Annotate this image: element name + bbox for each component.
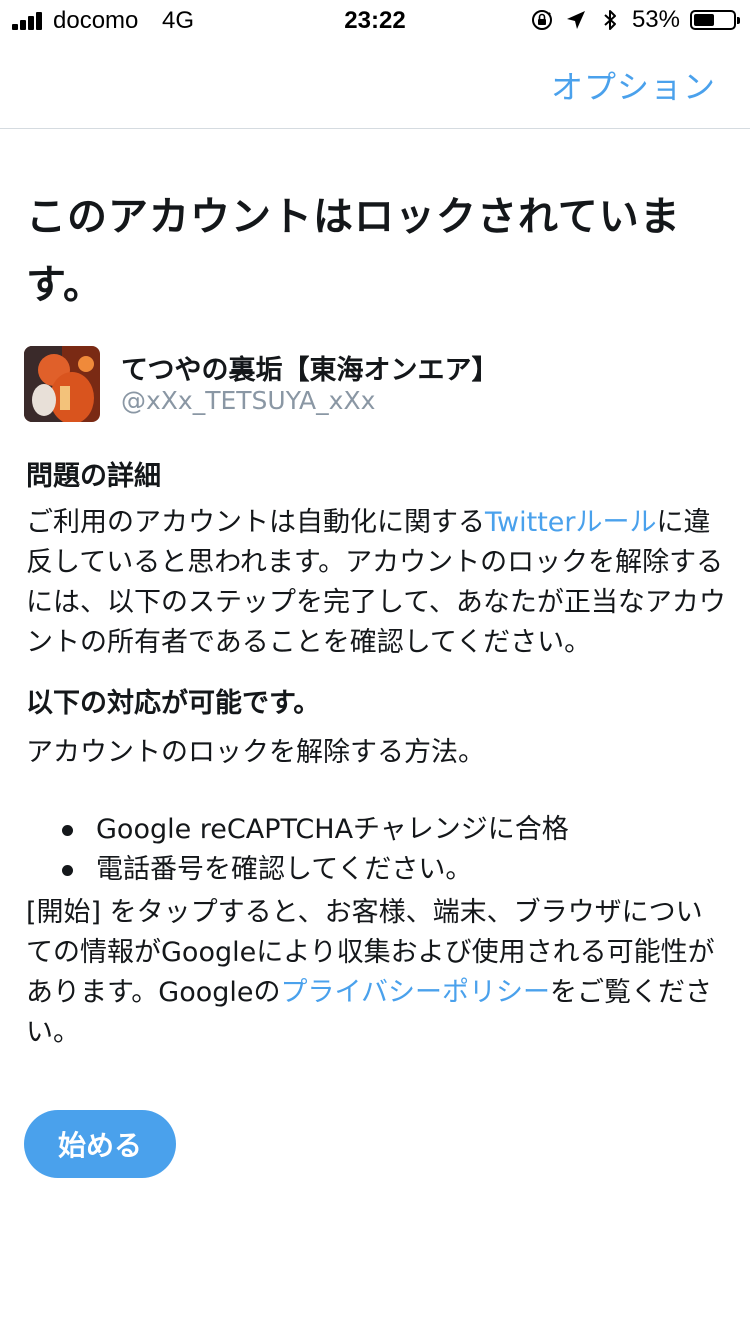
status-indicators: 53% (530, 6, 740, 34)
account-display-name: てつやの裏垢【東海オンエア】 (121, 355, 499, 386)
location-arrow-icon (566, 11, 585, 29)
account-handle: @xXx_TETSUYA_xXx (121, 386, 376, 415)
actions-intro: アカウントのロックを解除する方法。 (26, 737, 485, 768)
battery-icon (690, 10, 740, 30)
details-text: ご利用のアカウントは自動化に関するTwitterルールに違反していると思われます… (26, 503, 726, 663)
details-heading: 問題の詳細 (26, 461, 161, 492)
status-bar: docomo 4G 23:22 53% (0, 0, 750, 40)
avatar (24, 346, 100, 422)
orientation-lock-icon (531, 10, 552, 30)
list-item: Google reCAPTCHAチャレンジに合格 (62, 810, 569, 850)
details-text-part: ご利用のアカウントは自動化に関する (26, 507, 485, 538)
options-button[interactable]: オプション (551, 62, 716, 108)
list-item: 電話番号を確認してください。 (62, 850, 569, 890)
battery-percent: 53% (631, 6, 680, 33)
account-card: てつやの裏垢【東海オンエア】 @xXx_TETSUYA_xXx (24, 346, 724, 422)
page-title: このアカウントはロックされています。 (26, 194, 681, 308)
battery-level-fill (694, 14, 714, 26)
unlock-options-list: Google reCAPTCHAチャレンジに合格 電話番号を確認してください。 (62, 810, 569, 890)
privacy-policy-link[interactable]: プライバシーポリシー (281, 977, 550, 1008)
actions-heading: 以下の対応が可能です。 (26, 688, 321, 719)
bluetooth-icon (604, 10, 616, 30)
start-button[interactable]: 始める (24, 1110, 176, 1178)
twitter-rules-link[interactable]: Twitterルール (485, 507, 657, 538)
navigation-bar: オプション (0, 40, 750, 129)
google-notice: [開始] をタップすると、お客様、端末、ブラウザについての情報がGoogleによ… (26, 893, 726, 1053)
